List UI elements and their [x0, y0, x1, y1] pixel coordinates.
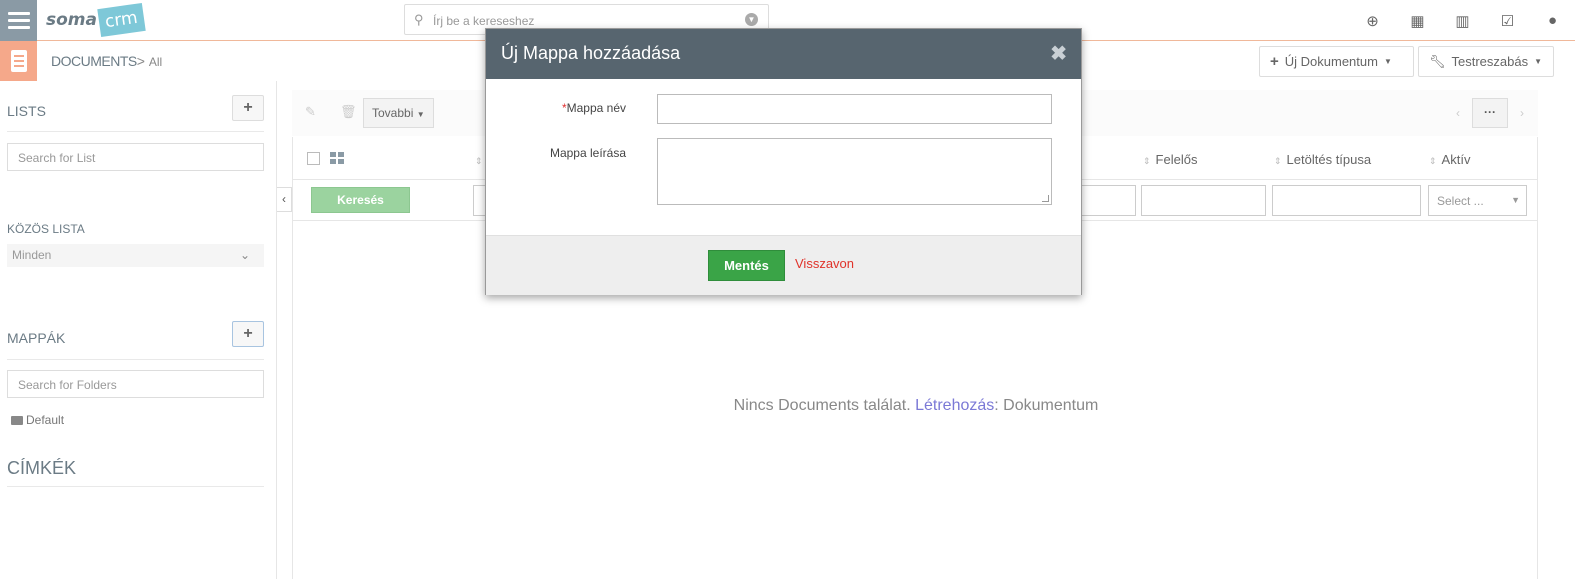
- calendar-icon[interactable]: ▦: [1395, 12, 1440, 30]
- column-label: Letöltés típusa: [1286, 152, 1372, 167]
- folder-description-textarea[interactable]: [657, 138, 1052, 205]
- user-icon[interactable]: ●: [1530, 12, 1575, 30]
- column-header-download-type[interactable]: ⇕ Letöltés típusa: [1274, 152, 1371, 167]
- customize-button[interactable]: 🔧︎ Testreszabás ▼: [1418, 46, 1554, 77]
- cancel-button[interactable]: Visszavon: [795, 256, 854, 271]
- filter-download-type-input[interactable]: [1272, 185, 1421, 216]
- search-placeholder: Írj be a kereseshez: [433, 14, 535, 28]
- customize-label: Testreszabás: [1451, 54, 1529, 69]
- folder-name-input[interactable]: [657, 94, 1052, 124]
- column-layout-icon[interactable]: [330, 152, 344, 164]
- breadcrumb: DOCUMENTS> All: [51, 53, 162, 69]
- lists-title: LISTS: [7, 103, 46, 119]
- check-square-icon[interactable]: ☑: [1485, 12, 1530, 30]
- select-placeholder: Select ...: [1437, 194, 1484, 208]
- caret-down-icon: ▼: [1383, 57, 1392, 66]
- next-page-button[interactable]: ›: [1512, 98, 1532, 128]
- divider: [7, 486, 264, 487]
- folder-name-label: *Mappa név: [486, 101, 626, 115]
- more-actions-button[interactable]: Tovabbi ▼: [363, 98, 434, 128]
- create-link[interactable]: Létrehozás: [915, 397, 994, 414]
- add-folder-button[interactable]: +: [232, 321, 264, 347]
- folder-icon: [11, 416, 23, 425]
- divider: [7, 131, 264, 132]
- chevron-down-icon: ⌄: [239, 248, 250, 262]
- top-icon-bar: ⊕ ▦ ▥ ☑ ●: [1350, 12, 1575, 30]
- column-header-active[interactable]: ⇕ Aktív: [1429, 152, 1470, 167]
- empty-state: Nincs Documents találat. Létrehozás: Dok…: [293, 397, 1539, 415]
- trash-icon[interactable]: 🗑︎: [340, 104, 357, 120]
- new-folder-modal: Új Mappa hozzáadása ✖ *Mappa név Mappa l…: [485, 28, 1082, 295]
- more-actions-label: Tovabbi: [372, 106, 414, 120]
- empty-text: Nincs Documents találat.: [733, 397, 911, 414]
- search-icon: ⚲: [414, 12, 424, 27]
- modal-title: Új Mappa hozzáadása: [501, 43, 681, 63]
- close-icon[interactable]: ✖: [1050, 41, 1067, 66]
- plus-icon: +: [1270, 53, 1279, 70]
- collapse-sidebar-button[interactable]: ‹: [277, 187, 292, 212]
- select-all-checkbox[interactable]: [307, 152, 320, 165]
- new-document-button[interactable]: + Új Dokumentum ▼: [1259, 46, 1414, 77]
- folder-item-default[interactable]: Default: [11, 413, 64, 427]
- wrench-icon: 🔧︎: [1429, 53, 1446, 69]
- resize-handle[interactable]: [1042, 195, 1049, 202]
- column-label: Felelős: [1155, 152, 1198, 167]
- folder-description-label: Mappa leírása: [549, 146, 626, 160]
- caret-down-icon: ▼: [1511, 195, 1520, 205]
- caret-down-icon: ▼: [416, 110, 425, 119]
- modal-footer: Mentés Visszavon: [486, 235, 1081, 295]
- folders-title: MAPPÁK: [7, 330, 66, 346]
- search-button[interactable]: Keresés: [311, 187, 410, 213]
- logo-text: soma: [46, 10, 97, 30]
- new-document-label: Új Dokumentum: [1284, 54, 1378, 69]
- filter-active-select[interactable]: Select ... ▼: [1428, 185, 1527, 216]
- document-icon: [0, 41, 37, 81]
- breadcrumb-module[interactable]: DOCUMENTS: [51, 53, 137, 69]
- column-label: Aktív: [1441, 152, 1471, 167]
- breadcrumb-view: All: [148, 55, 163, 69]
- menu-icon[interactable]: [0, 0, 37, 41]
- modal-header: Új Mappa hozzáadása ✖: [486, 29, 1081, 79]
- add-list-button[interactable]: +: [232, 95, 264, 121]
- filter-owner-input[interactable]: [1141, 185, 1266, 216]
- shared-list-select[interactable]: Minden ⌄: [7, 244, 264, 267]
- breadcrumb-separator: >: [136, 53, 145, 69]
- logo[interactable]: soma crm: [46, 2, 146, 38]
- chart-icon[interactable]: ▥: [1440, 12, 1485, 30]
- shared-list-title: KÖZÖS LISTA: [7, 222, 85, 236]
- folder-name-label-text: Mappa név: [566, 101, 626, 115]
- logo-badge: crm: [97, 3, 146, 37]
- plus-circle-icon[interactable]: ⊕: [1350, 12, 1395, 30]
- caret-down-icon: ▼: [1534, 57, 1543, 66]
- tags-title: CÍMKÉK: [7, 458, 77, 478]
- prev-page-button[interactable]: ‹: [1448, 98, 1468, 128]
- folder-search-input[interactable]: Search for Folders: [7, 370, 264, 398]
- save-button[interactable]: Mentés: [708, 250, 785, 281]
- page-options-button[interactable]: ···: [1472, 98, 1508, 128]
- chevron-down-icon[interactable]: ▼: [745, 13, 758, 26]
- folder-label: Default: [26, 413, 65, 427]
- sidebar: LISTS + Search for List KÖZÖS LISTA Mind…: [0, 81, 277, 579]
- empty-text-suffix: : Dokumentum: [994, 397, 1099, 414]
- list-search-input[interactable]: Search for List: [7, 143, 264, 171]
- column-header-owner[interactable]: ⇕ Felelős: [1143, 152, 1197, 167]
- divider: [7, 359, 264, 360]
- edit-icon[interactable]: ✎: [305, 104, 316, 120]
- shared-list-value: Minden: [12, 248, 52, 262]
